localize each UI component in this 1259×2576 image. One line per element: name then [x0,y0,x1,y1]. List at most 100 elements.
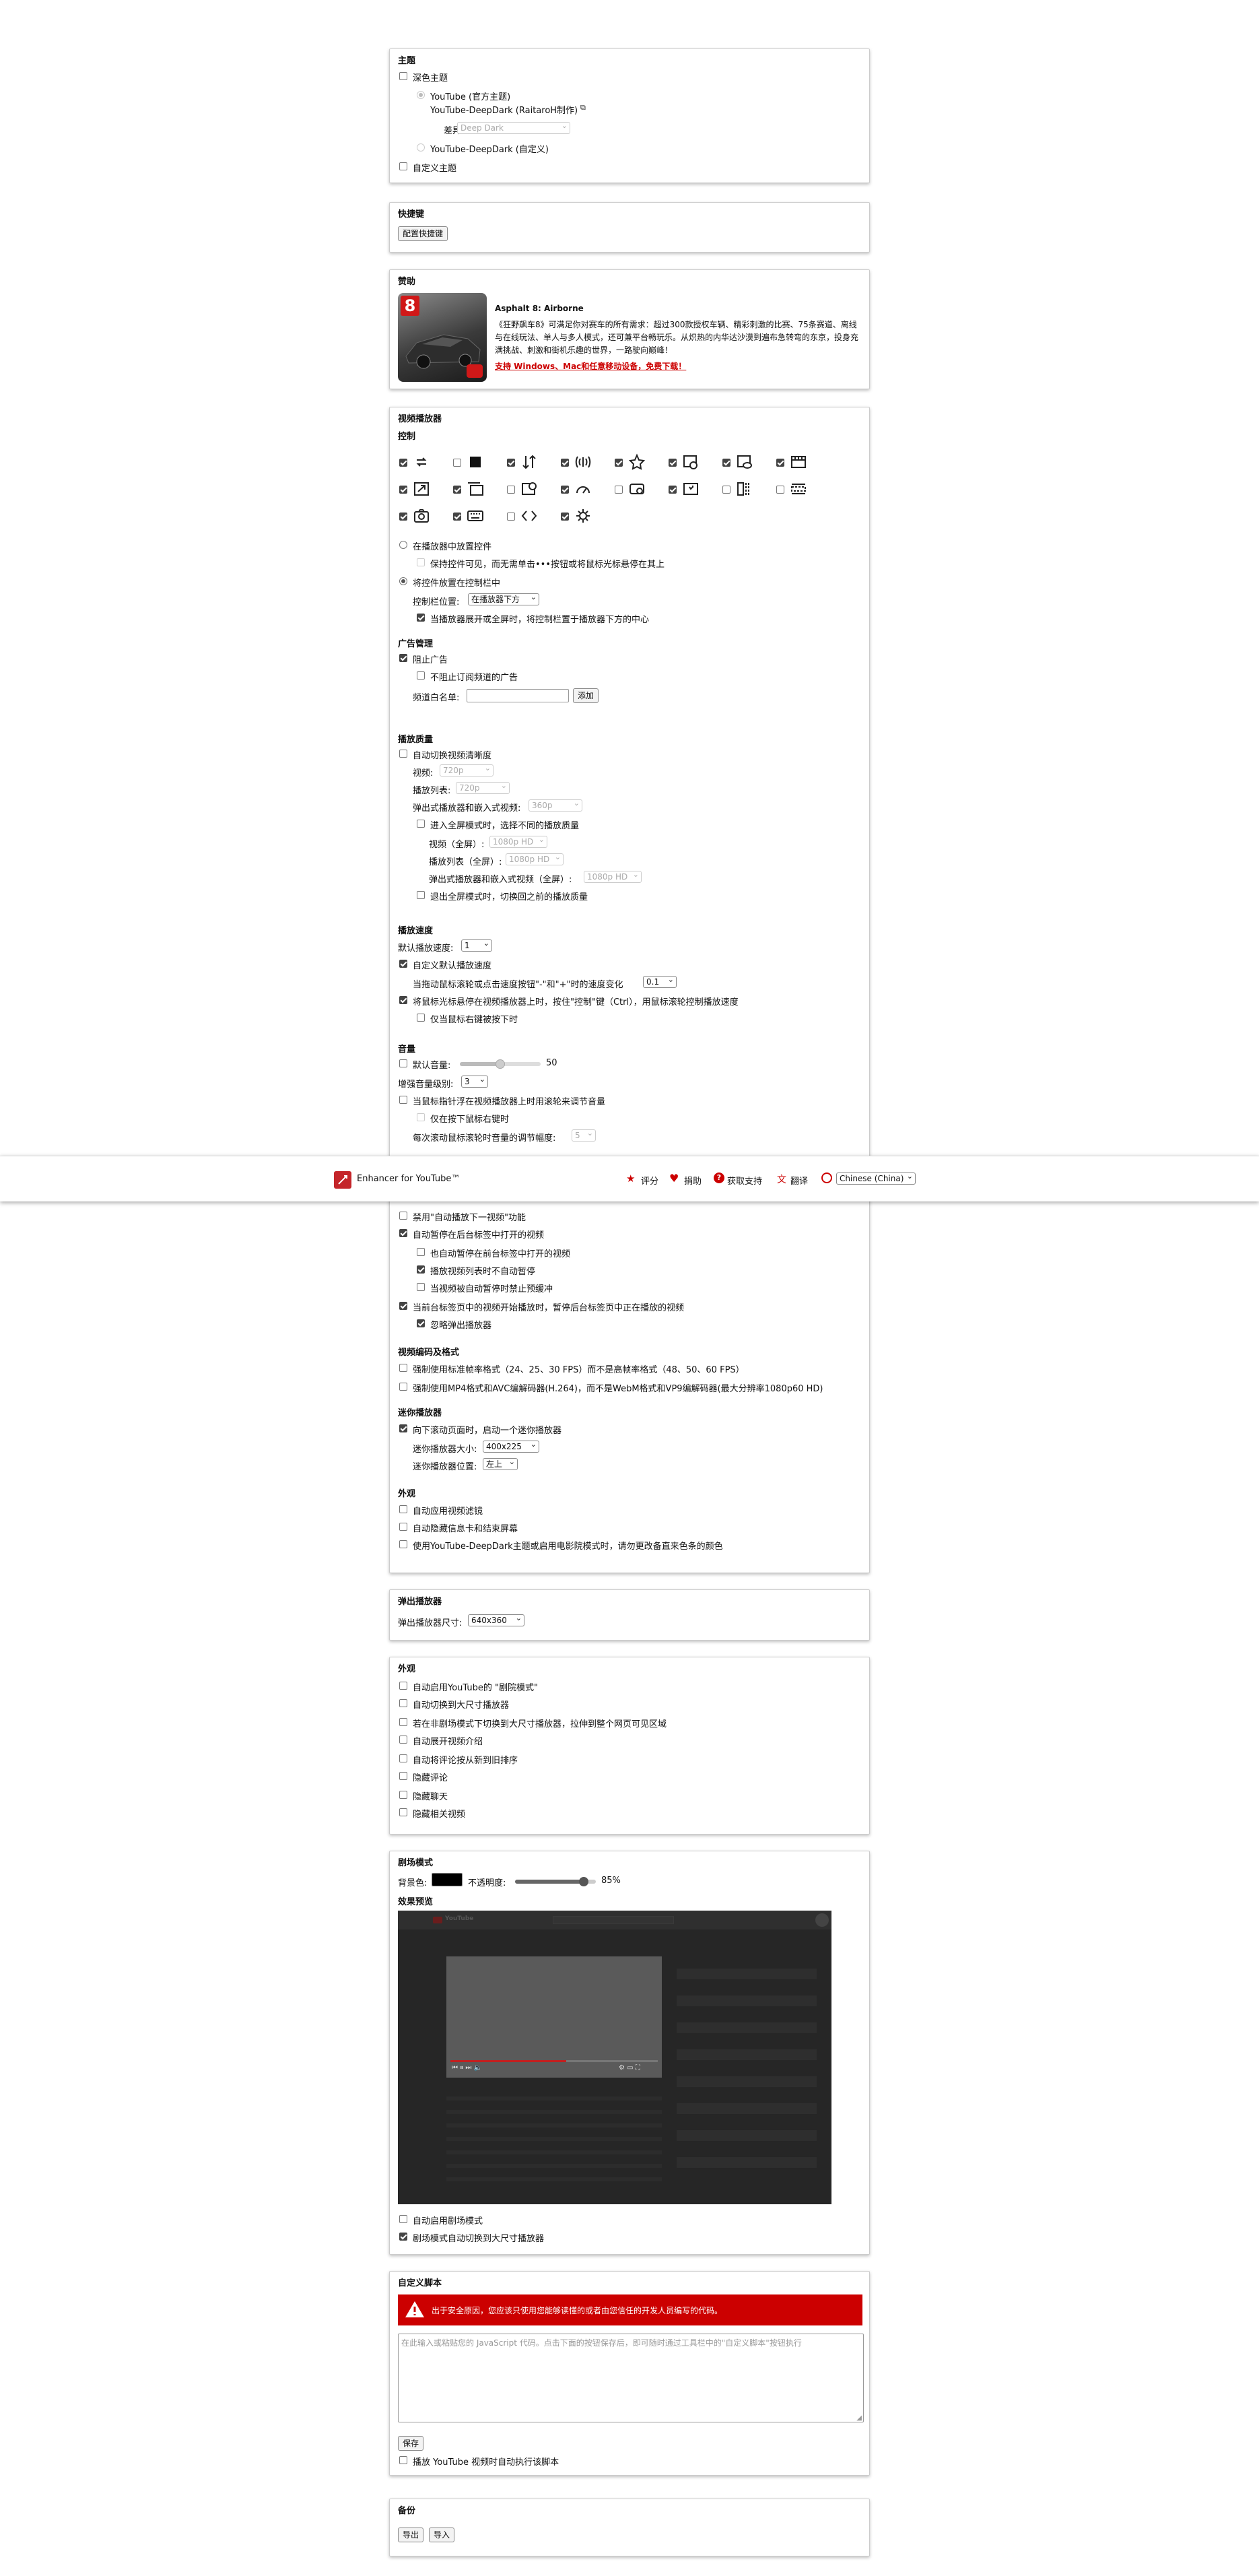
whitelist-input[interactable] [467,689,569,702]
volume-boost-checkbox[interactable] [561,459,569,467]
size-control-checkbox[interactable] [776,486,784,494]
script-control-checkbox[interactable] [507,513,515,521]
default-volume-slider[interactable] [460,1059,541,1069]
expand-control-checkbox[interactable] [399,486,407,494]
hide-chat-checkbox[interactable] [399,1791,407,1799]
sponsor-app-icon[interactable]: 8 [398,293,487,382]
mini-pos-select[interactable]: 左上 [483,1457,518,1470]
deepdark-note-checkbox[interactable] [399,1540,407,1548]
pause-fg-checkbox[interactable] [417,1248,425,1256]
support-link[interactable]: 获取支持 [727,1174,762,1187]
auto-filters-checkbox[interactable] [399,1505,407,1513]
flip-control-checkbox[interactable] [722,486,730,494]
rate-control-checkbox[interactable] [615,459,623,467]
bg-color-picker[interactable] [432,1873,463,1886]
wheel-volume-checkbox[interactable] [399,1096,407,1104]
place-in-bar-radio[interactable] [399,577,407,585]
whitelist-add-button[interactable]: 添加 [573,688,599,703]
default-speed-select[interactable]: 1 [461,938,492,952]
default-volume-knob[interactable] [496,1059,505,1069]
quality-video-select[interactable]: 720p [440,763,494,777]
volume-right-button-checkbox[interactable] [417,1113,425,1121]
wheel-speed-checkbox[interactable] [399,996,407,1004]
language-select[interactable]: Chinese (China) [836,1171,916,1185]
autorun-script-checkbox[interactable] [399,2456,407,2464]
speed-right-button-checkbox[interactable] [417,1014,425,1022]
help-icon[interactable]: ? [714,1173,724,1183]
mini-player-checkbox[interactable] [399,1424,407,1432]
fill-window-checkbox[interactable] [399,1718,407,1726]
cinema-large-checkbox[interactable] [399,2233,407,2241]
donate-heart-icon[interactable]: ♥ [669,1172,679,1185]
resize-handle-icon[interactable]: ◢ [856,2414,862,2422]
mini-size-select[interactable]: 400x225 [483,1439,539,1453]
keep-visible-checkbox[interactable] [417,558,425,566]
ignore-popup-checkbox[interactable] [417,1319,425,1327]
fs-playlist-select[interactable]: 1080p HD [506,852,564,865]
boost-level-select[interactable]: 3 [461,1074,488,1088]
no-pause-playlist-checkbox[interactable] [417,1265,425,1274]
auto-cinema-checkbox[interactable] [399,2215,407,2223]
pause-others-checkbox[interactable] [399,1302,407,1310]
save-script-button[interactable]: 保存 [398,2436,424,2451]
force-std-fps-checkbox[interactable] [399,1364,407,1372]
speedometer-checkbox[interactable] [561,486,569,494]
rate-link[interactable]: 评分 [641,1174,658,1187]
translate-link[interactable]: 翻译 [790,1174,808,1187]
settings-control-checkbox[interactable] [561,513,569,521]
screenshot-edit-checkbox[interactable] [507,486,515,494]
playlist-control-checkbox[interactable] [776,459,784,467]
bar-position-select[interactable]: 在播放器下方 [468,592,539,605]
fs-quality-checkbox[interactable] [417,820,425,828]
popup-control-checkbox[interactable] [453,486,461,494]
hide-related-checkbox[interactable] [399,1808,407,1816]
speed-step-select[interactable]: 0.1 [643,975,677,988]
hide-comments-checkbox[interactable] [399,1772,407,1780]
speed-control-checkbox[interactable] [507,459,515,467]
stop-control-checkbox[interactable] [453,459,461,467]
force-mp4-checkbox[interactable] [399,1383,407,1391]
fs-video-select[interactable]: 1080p HD [489,834,547,848]
sponsor-download-link[interactable]: 支持 Windows、Mac和任意移动设备，免费下载！ [495,360,686,372]
sort-comments-checkbox[interactable] [399,1754,407,1762]
loop-segment-checkbox[interactable] [615,486,623,494]
place-in-player-radio[interactable] [399,541,407,549]
auto-quality-checkbox[interactable] [399,750,407,758]
opacity-knob[interactable] [579,1877,588,1886]
opacity-slider[interactable] [515,1877,596,1886]
quality-playlist-select[interactable]: 720p [456,781,510,794]
center-fullscreen-checkbox[interactable] [417,614,425,622]
default-volume-checkbox[interactable] [399,1059,407,1067]
donate-link[interactable]: 捐助 [684,1174,702,1187]
translate-icon[interactable]: 文 [777,1173,786,1186]
yt-custom-radio[interactable] [417,143,425,152]
rate-star-icon[interactable]: ★ [626,1173,635,1185]
keyboard-control-checkbox[interactable] [453,513,461,521]
import-button[interactable]: 导入 [429,2528,455,2542]
theater-mode-checkbox[interactable] [399,1682,407,1690]
loop-control-checkbox[interactable] [399,459,407,467]
fs-popup-select[interactable]: 1080p HD [584,869,642,883]
disable-autoplay-checkbox[interactable] [399,1212,407,1220]
volume-step-select[interactable]: 5 [572,1128,596,1142]
prevent-preload-checkbox[interactable] [417,1283,425,1291]
cinema-control-checkbox[interactable] [722,459,730,467]
external-link-icon[interactable]: ⧉ [580,103,586,112]
filter-control-checkbox[interactable] [669,459,677,467]
screenshot-control-checkbox[interactable] [399,513,407,521]
yt-official-radio[interactable] [417,91,425,99]
export-button[interactable]: 导出 [398,2528,424,2542]
expand-desc-checkbox[interactable] [399,1736,407,1744]
configure-shortcuts-button[interactable]: 配置快捷键 [398,226,448,241]
script-textarea[interactable]: 在此输入或粘贴您的 JavaScript 代码。点击下面的按钮保存后，即可随时通… [398,2334,864,2422]
effects-control-checkbox[interactable] [669,486,677,494]
pause-bg-checkbox[interactable] [399,1229,407,1237]
popup-size-select[interactable]: 640x360 [468,1613,524,1626]
custom-default-speed-checkbox[interactable] [399,960,407,968]
block-ads-checkbox[interactable] [399,654,407,662]
quality-popup-select[interactable]: 360p [529,798,582,812]
custom-theme-checkbox[interactable] [399,162,407,170]
auto-large-checkbox[interactable] [399,1699,407,1707]
no-block-sub-checkbox[interactable] [417,671,425,680]
dark-theme-checkbox[interactable] [399,72,407,80]
